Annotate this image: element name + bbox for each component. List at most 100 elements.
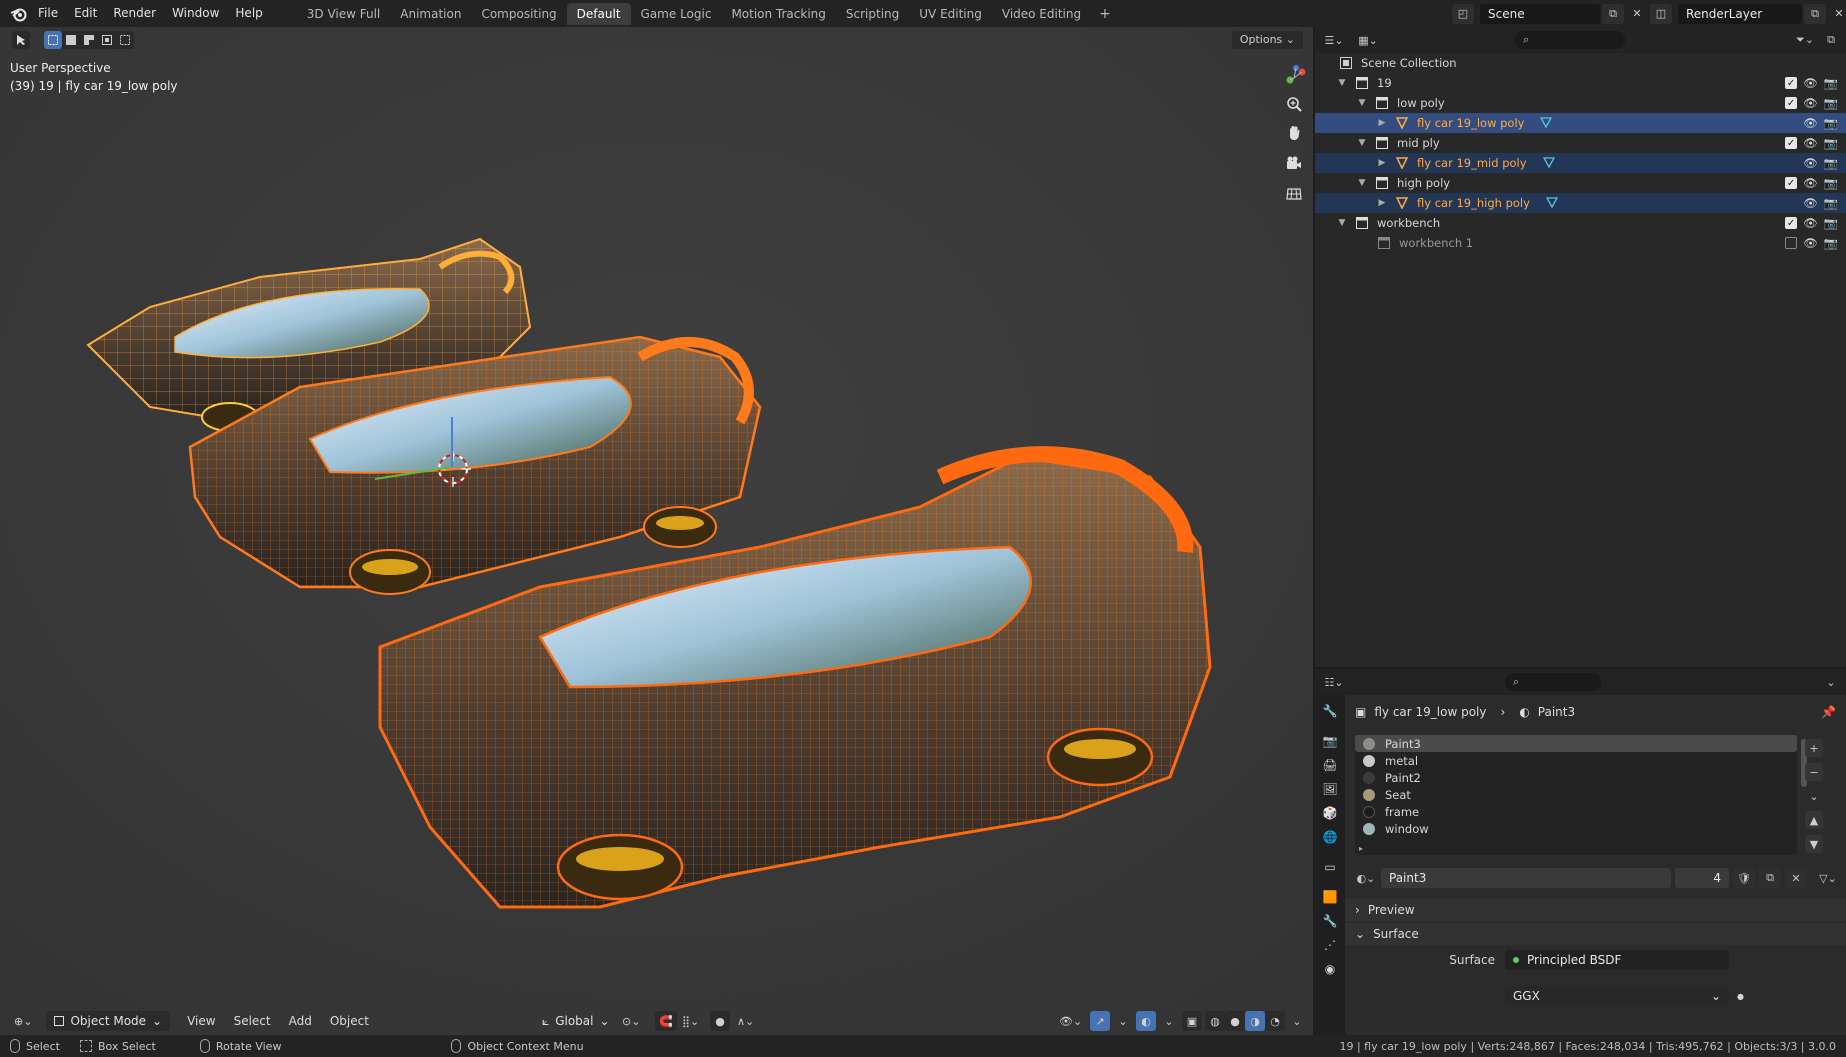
move-down-button[interactable]: ▼: [1805, 835, 1823, 853]
collection-tab-icon[interactable]: ▭: [1315, 855, 1345, 879]
solid-shading-icon[interactable]: ●: [1225, 1011, 1245, 1031]
render-camera-icon[interactable]: 📷: [1824, 96, 1838, 110]
render-camera-icon[interactable]: 📷: [1824, 236, 1838, 250]
new-collection-icon[interactable]: ⧉: [1820, 30, 1842, 50]
output-tab-icon[interactable]: 🖨: [1315, 753, 1345, 777]
eye-icon[interactable]: 👁: [1803, 196, 1818, 210]
delete-scene-icon[interactable]: ✕: [1626, 4, 1648, 24]
expand-arrow-icon[interactable]: ▼: [1357, 98, 1367, 108]
tab-compositing[interactable]: Compositing: [471, 3, 566, 25]
ortho-grid-icon[interactable]: [1281, 180, 1307, 206]
tab-motion-tracking[interactable]: Motion Tracking: [721, 3, 835, 25]
properties-menu-icon[interactable]: ⌄: [1820, 672, 1842, 692]
snap-toggle-icon[interactable]: 🧲: [655, 1011, 677, 1031]
visibility-icon[interactable]: 👁⌄: [1055, 1011, 1086, 1031]
material-slot-list[interactable]: Paint3 metal Paint2 Seat frame window ▸: [1355, 735, 1807, 855]
camera-view-icon[interactable]: [1281, 150, 1307, 176]
eye-icon[interactable]: 👁: [1803, 156, 1818, 170]
tab-video-editing[interactable]: Video Editing: [992, 3, 1091, 25]
scene-browse-icon[interactable]: ◰: [1452, 3, 1474, 24]
eye-icon[interactable]: 👁: [1803, 236, 1818, 250]
material-name-field[interactable]: Paint3: [1381, 868, 1671, 888]
exclude-checkbox[interactable]: ✓: [1785, 177, 1798, 189]
pin-icon[interactable]: 📌: [1821, 705, 1836, 719]
blender-logo-icon[interactable]: [8, 3, 30, 25]
outliner-row-high-poly[interactable]: ▼ high poly ✓ 👁 📷: [1315, 173, 1846, 193]
expand-arrow-icon[interactable]: ▶: [1377, 198, 1387, 208]
scene-name-field[interactable]: Scene: [1480, 3, 1600, 24]
menu-select[interactable]: Select: [225, 1014, 280, 1028]
pivot-point-icon[interactable]: ⊙⌄: [618, 1011, 644, 1031]
wireframe-shading-icon[interactable]: ◍: [1205, 1011, 1225, 1031]
move-up-button[interactable]: ▲: [1805, 811, 1823, 829]
gizmo-toggle-icon[interactable]: ↗: [1090, 1011, 1110, 1031]
shading-menu-icon[interactable]: ⌄: [1287, 1011, 1307, 1031]
view-layer-tab-icon[interactable]: 🖼: [1315, 777, 1345, 801]
mesh-data-icon[interactable]: [1542, 156, 1555, 171]
eye-icon[interactable]: 👁: [1803, 216, 1818, 230]
cursor-icon[interactable]: [12, 31, 30, 49]
eye-icon[interactable]: 👁: [1803, 176, 1818, 190]
duplicate-material-icon[interactable]: ⧉: [1759, 868, 1781, 888]
outliner-row-low-poly[interactable]: ▼ low poly ✓ 👁 📷: [1315, 93, 1846, 113]
menu-object[interactable]: Object: [321, 1014, 378, 1028]
menu-render[interactable]: Render: [105, 0, 164, 27]
tool-tab-icon[interactable]: 🔧: [1315, 699, 1345, 723]
menu-edit[interactable]: Edit: [66, 0, 105, 27]
list-expand-icon[interactable]: ▸: [1359, 844, 1363, 853]
outliner-row-fly-car-high-poly[interactable]: ▶ fly car 19_high poly 👁 📷: [1315, 193, 1846, 213]
preview-panel-header[interactable]: › Preview: [1345, 899, 1846, 921]
list-item[interactable]: Seat: [1355, 786, 1797, 803]
outliner-row-collection-19[interactable]: ▼ 19 ✓ 👁 📷: [1315, 73, 1846, 93]
gizmo-menu-icon[interactable]: ⌄: [1113, 1011, 1133, 1031]
object-mode-dropdown[interactable]: Object Mode ⌄: [46, 1011, 171, 1031]
exclude-checkbox[interactable]: ✓: [1785, 77, 1798, 89]
eye-icon[interactable]: 👁: [1803, 96, 1818, 110]
eye-icon[interactable]: 👁: [1803, 116, 1818, 130]
select-subtract-icon[interactable]: [80, 31, 98, 49]
overlay-menu-icon[interactable]: ⌄: [1159, 1011, 1179, 1031]
select-intersect-icon[interactable]: [116, 31, 134, 49]
mesh-data-icon[interactable]: [1545, 196, 1559, 211]
fake-user-icon[interactable]: 🛡: [1733, 868, 1755, 888]
list-item[interactable]: Paint2: [1355, 769, 1797, 786]
surface-shader-field[interactable]: Principled BSDF: [1505, 950, 1729, 970]
rendered-shading-icon[interactable]: ◔: [1265, 1011, 1285, 1031]
unlink-material-icon[interactable]: ✕: [1785, 868, 1807, 888]
overlay-toggle-icon[interactable]: ◐: [1136, 1011, 1156, 1031]
select-difference-icon[interactable]: [98, 31, 116, 49]
render-camera-icon[interactable]: 📷: [1824, 196, 1838, 210]
exclude-checkbox[interactable]: [1785, 237, 1798, 249]
list-item[interactable]: Paint3: [1355, 735, 1797, 752]
zoom-icon[interactable]: [1281, 91, 1307, 117]
expand-arrow-icon[interactable]: ▶: [1377, 118, 1387, 128]
outliner-row-workbench-1[interactable]: workbench 1 👁 📷: [1315, 233, 1846, 253]
expand-arrow-icon[interactable]: ▶: [1377, 158, 1387, 168]
outliner-editor-type-icon[interactable]: ☰⌄: [1323, 30, 1345, 50]
filter-icon[interactable]: ⏷⌄: [1794, 30, 1816, 50]
expand-arrow-icon[interactable]: ▼: [1337, 78, 1347, 88]
object-tab-icon[interactable]: 🟧: [1315, 885, 1345, 909]
transform-orientation-dropdown[interactable]: ⟀ Global ⌄: [534, 1011, 618, 1031]
render-camera-icon[interactable]: 📷: [1824, 76, 1838, 90]
render-camera-icon[interactable]: 📷: [1824, 116, 1838, 130]
display-mode-icon[interactable]: ▦⌄: [1357, 30, 1379, 50]
expand-arrow-icon[interactable]: ▼: [1337, 218, 1347, 228]
tool-select-button[interactable]: [12, 31, 30, 49]
modifier-tab-icon[interactable]: 🔧: [1315, 909, 1345, 933]
new-scene-icon[interactable]: ⧉: [1602, 3, 1624, 24]
scene-tab-icon[interactable]: 🎲: [1315, 801, 1345, 825]
tab-3d-view-full[interactable]: 3D View Full: [297, 3, 391, 25]
mesh-data-icon[interactable]: [1540, 116, 1553, 131]
material-users-count[interactable]: 4: [1675, 868, 1729, 888]
world-tab-icon[interactable]: 🌐: [1315, 825, 1345, 849]
editor-type-icon[interactable]: ⊕⌄: [10, 1011, 36, 1031]
add-slot-button[interactable]: +: [1805, 739, 1823, 757]
menu-help[interactable]: Help: [227, 0, 270, 27]
falloff-icon[interactable]: ∧⌄: [733, 1011, 758, 1031]
outliner-scene-collection[interactable]: Scene Collection: [1315, 53, 1846, 73]
physics-tab-icon[interactable]: ◉: [1315, 957, 1345, 981]
render-camera-icon[interactable]: 📷: [1824, 176, 1838, 190]
menu-view[interactable]: View: [178, 1014, 224, 1028]
menu-window[interactable]: Window: [164, 0, 227, 27]
